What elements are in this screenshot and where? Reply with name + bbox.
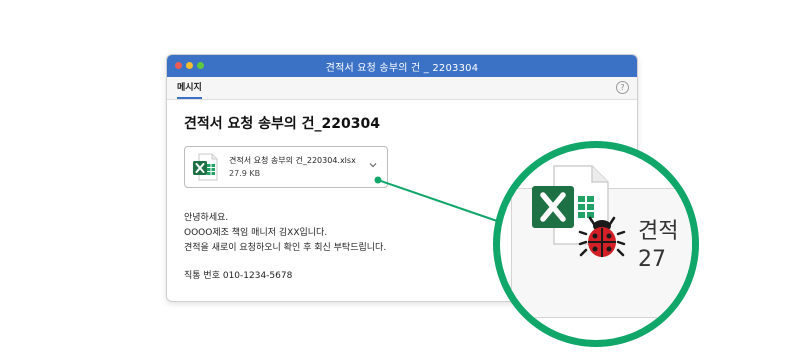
- help-icon[interactable]: ?: [616, 81, 629, 94]
- zoomed-file-size: 27: [638, 247, 666, 272]
- tab-message[interactable]: 메시지: [177, 80, 202, 99]
- email-subject: 견적서 요청 송부의 건_220304: [184, 116, 380, 132]
- body-line: 안녕하세요.: [184, 213, 229, 223]
- body-line: 견적을 새로이 요청하오니 확인 후 회신 부탁드립니다.: [184, 243, 387, 253]
- excel-icon: [193, 153, 218, 181]
- zoom-magnifier: 견적 27: [493, 141, 699, 347]
- zoomed-file-name: 견적: [638, 219, 679, 244]
- contact-number: 직통 번호 010-1234-5678: [184, 271, 293, 281]
- email-body: 안녕하세요. OOOO제조 책임 매니저 김XX입니다. 견적을 새로이 요청하…: [184, 211, 386, 256]
- chevron-down-icon[interactable]: [368, 160, 378, 170]
- tab-bar: 메시지 ?: [167, 77, 637, 100]
- window-title: 견적서 요청 송부의 건 _ 2203304: [325, 63, 479, 74]
- bug-icon: [578, 216, 626, 257]
- attachment-file-size: 27.9 KB: [229, 169, 261, 178]
- attachment-file-name: 견적서 요청 송부의 건_220304.xlsx: [229, 156, 356, 165]
- body-line: OOOO제조 책임 매니저 김XX입니다.: [184, 228, 328, 238]
- title-bar: 견적서 요청 송부의 건 _ 2203304: [167, 55, 637, 77]
- attachment-card[interactable]: 견적서 요청 송부의 건_220304.xlsx 27.9 KB: [184, 146, 388, 188]
